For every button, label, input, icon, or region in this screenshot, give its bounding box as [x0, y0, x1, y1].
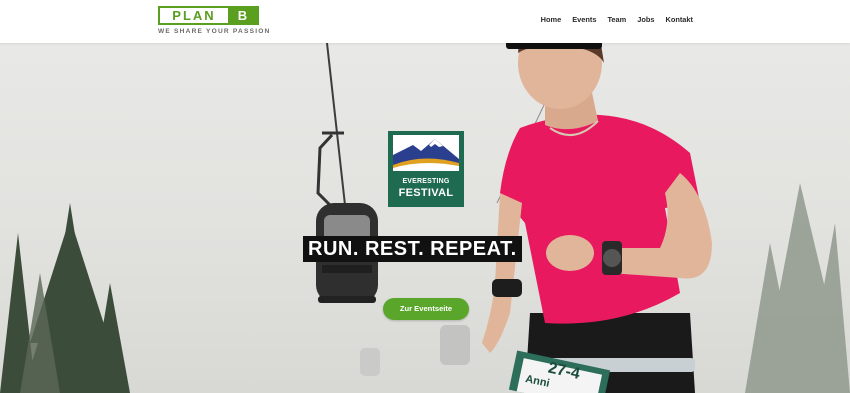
nav-home[interactable]: Home — [541, 15, 562, 24]
hero-headline: RUN. REST. REPEAT. — [303, 236, 522, 262]
hero-section: EVERESTING FESTIVAL RUN. REST. REPEAT. Z… — [0, 43, 850, 393]
left-trees — [0, 203, 130, 393]
runner-figure — [482, 43, 712, 393]
main-nav: Home Events Team Jobs Kontakt — [541, 15, 693, 24]
right-trees — [745, 183, 850, 393]
badge-mountain-graphic — [393, 135, 459, 171]
everesting-festival-logo: EVERESTING FESTIVAL — [388, 131, 464, 207]
badge-title-line2: FESTIVAL — [398, 187, 454, 199]
badge-title-line1: EVERESTING — [402, 178, 450, 185]
nav-jobs[interactable]: Jobs — [637, 15, 654, 24]
hero-background-image — [0, 43, 850, 393]
logo-box: PLAN B — [158, 6, 259, 25]
logo-b-text: B — [237, 8, 248, 23]
plan-b-logo[interactable]: PLAN B WE SHARE YOUR PASSION — [158, 6, 271, 35]
nav-team[interactable]: Team — [607, 15, 626, 24]
logo-tagline: WE SHARE YOUR PASSION — [158, 28, 271, 35]
event-page-button[interactable]: Zur Eventseite — [383, 298, 469, 320]
site-header: PLAN B WE SHARE YOUR PASSION Home Events… — [0, 0, 850, 43]
gondola-shape — [316, 131, 378, 303]
logo-plan-text: PLAN — [160, 8, 228, 23]
nav-events[interactable]: Events — [572, 15, 596, 24]
nav-kontakt[interactable]: Kontakt — [665, 15, 693, 24]
